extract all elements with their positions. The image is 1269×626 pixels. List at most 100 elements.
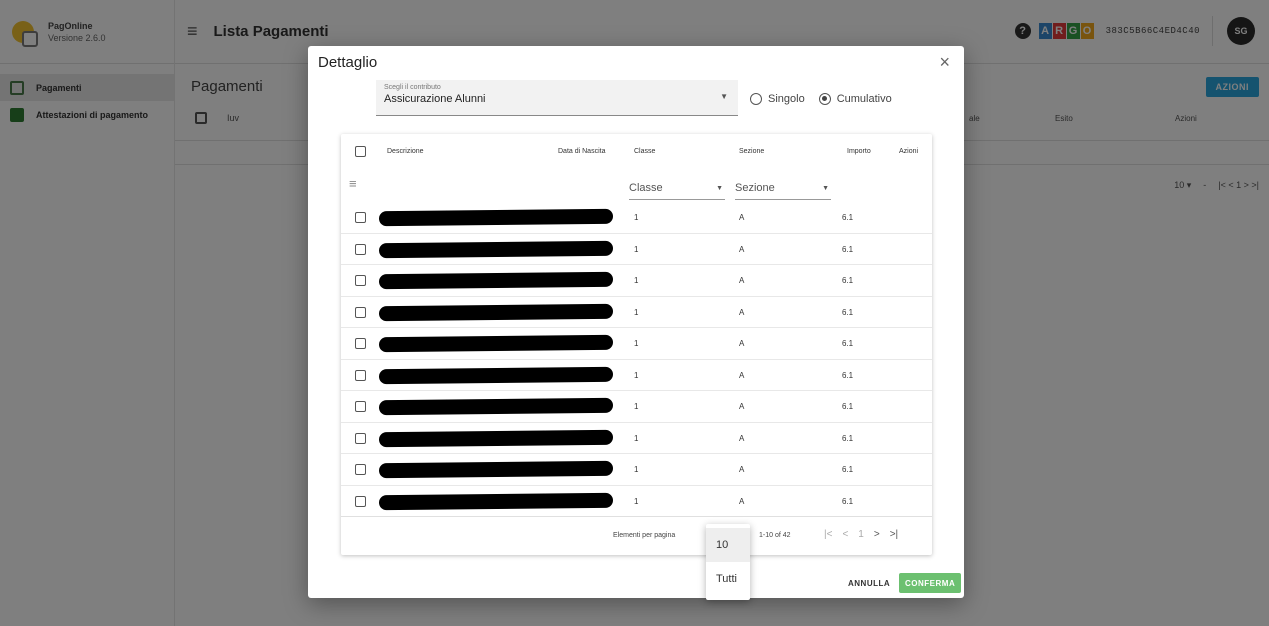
filter-sezione-select[interactable]: Sezione ▼ (735, 180, 831, 200)
cell-importo: 6.1 (842, 244, 854, 254)
cell-sezione: A (739, 276, 745, 285)
row-checkbox[interactable] (355, 495, 366, 507)
row-checkbox[interactable] (355, 243, 366, 255)
cell-classe: 1 (634, 402, 639, 411)
cell-importo: 6.1 (842, 339, 854, 348)
table-pagination: Elementi per pagina 1-10 of 42 |< < 1 > … (341, 516, 932, 552)
table-row[interactable]: 1 A 6.1 (341, 423, 932, 454)
filter-classe-label: Classe (629, 182, 663, 194)
table-row[interactable]: 1 A 6.1 (341, 391, 932, 423)
filter-icon[interactable]: ≡ (349, 176, 357, 191)
page-size-option[interactable]: 10 (706, 528, 750, 562)
redacted-name (378, 460, 614, 479)
column-header-descrizione[interactable]: Descrizione (387, 148, 424, 155)
cell-classe: 1 (634, 465, 639, 474)
cell-sezione: A (739, 496, 745, 506)
column-header-classe[interactable]: Classe (634, 148, 655, 155)
redacted-name (378, 334, 614, 353)
confirm-button[interactable]: CONFERMA (899, 573, 962, 593)
dialog-title: Dettaglio (318, 54, 378, 71)
cell-importo: 6.1 (842, 402, 854, 411)
mode-radio-group: Singolo Cumulativo (742, 93, 892, 105)
pagination-nav: |< < 1 > >| (824, 529, 898, 540)
cell-classe: 1 (634, 213, 639, 222)
cell-importo: 6.1 (842, 213, 854, 222)
row-checkbox[interactable] (355, 401, 366, 412)
cell-sezione: A (739, 433, 745, 443)
prev-page-button[interactable]: < (842, 529, 848, 540)
close-icon[interactable]: × (939, 52, 950, 73)
cell-classe: 1 (634, 244, 639, 254)
last-page-button[interactable]: >| (890, 529, 898, 540)
cell-importo: 6.1 (842, 276, 854, 285)
redacted-name (378, 303, 614, 321)
cell-sezione: A (739, 465, 745, 474)
column-header-data-nascita[interactable]: Data di Nascita (558, 148, 605, 155)
radio-singolo-label[interactable]: Singolo (768, 93, 805, 105)
detail-dialog: Dettaglio × Scegli il contributo Assicur… (308, 46, 964, 600)
cell-sezione: A (739, 213, 745, 222)
table-row[interactable]: 1 A 6.1 (341, 265, 932, 297)
filter-classe-select[interactable]: Classe ▼ (629, 180, 725, 200)
table-row[interactable]: 1 A 6.1 (341, 360, 932, 391)
column-header-sezione[interactable]: Sezione (739, 148, 764, 155)
redacted-name (378, 366, 614, 384)
chevron-down-icon: ▼ (716, 185, 723, 192)
table-row[interactable]: 1 A 6.1 (341, 234, 932, 265)
table-row[interactable]: 1 A 6.1 (341, 297, 932, 328)
cell-classe: 1 (634, 496, 639, 506)
cell-sezione: A (739, 339, 745, 348)
current-page: 1 (858, 529, 864, 540)
row-checkbox[interactable] (355, 338, 366, 349)
select-label: Scegli il contributo (384, 84, 441, 91)
filter-sezione-label: Sezione (735, 182, 775, 194)
first-page-button[interactable]: |< (824, 529, 832, 540)
students-table: Descrizione Data di Nascita Classe Sezio… (341, 134, 932, 555)
column-header-azioni: Azioni (899, 148, 919, 155)
cell-importo: 6.1 (842, 465, 854, 474)
cell-importo: 6.1 (842, 433, 854, 443)
filter-row: ≡ Classe ▼ Sezione ▼ (341, 170, 932, 202)
select-all-checkbox[interactable] (355, 146, 366, 157)
cell-classe: 1 (634, 276, 639, 285)
redacted-name (378, 240, 614, 258)
cell-importo: 6.1 (842, 496, 854, 506)
row-checkbox[interactable] (355, 275, 366, 286)
page-size-dropdown: 10 Tutti (706, 524, 750, 600)
redacted-name (378, 208, 614, 227)
table-header: Descrizione Data di Nascita Classe Sezio… (341, 134, 932, 170)
cell-classe: 1 (634, 339, 639, 348)
table-row[interactable]: 1 A 6.1 (341, 328, 932, 360)
chevron-down-icon: ▼ (822, 185, 829, 192)
chevron-down-icon: ▼ (720, 92, 728, 101)
page-range: 1-10 of 42 (759, 532, 791, 539)
select-value: Assicurazione Alunni (384, 93, 486, 105)
row-checkbox[interactable] (355, 306, 366, 318)
radio-cumulativo[interactable] (818, 93, 831, 105)
cell-classe: 1 (634, 307, 639, 317)
table-row[interactable]: 1 A 6.1 (341, 486, 932, 517)
contribution-select[interactable]: Scegli il contributo Assicurazione Alunn… (376, 80, 738, 116)
cell-importo: 6.1 (842, 370, 854, 380)
radio-singolo[interactable] (750, 93, 762, 105)
redacted-name (378, 429, 614, 447)
cell-importo: 6.1 (842, 307, 854, 317)
row-checkbox[interactable] (355, 464, 366, 475)
cell-sezione: A (739, 244, 745, 254)
redacted-name (378, 397, 614, 416)
cell-classe: 1 (634, 433, 639, 443)
row-checkbox[interactable] (355, 212, 366, 223)
cell-sezione: A (739, 307, 745, 317)
cell-sezione: A (739, 370, 745, 380)
next-page-button[interactable]: > (874, 529, 880, 540)
redacted-name (378, 492, 614, 510)
radio-cumulativo-label[interactable]: Cumulativo (837, 93, 892, 105)
page-size-option[interactable]: Tutti (706, 562, 750, 596)
table-row[interactable]: 1 A 6.1 (341, 202, 932, 234)
table-row[interactable]: 1 A 6.1 (341, 454, 932, 486)
row-checkbox[interactable] (355, 369, 366, 381)
cancel-button[interactable]: ANNULLA (848, 579, 890, 588)
page-size-label: Elementi per pagina (613, 532, 676, 539)
column-header-importo[interactable]: Importo (847, 148, 871, 155)
row-checkbox[interactable] (355, 432, 366, 444)
